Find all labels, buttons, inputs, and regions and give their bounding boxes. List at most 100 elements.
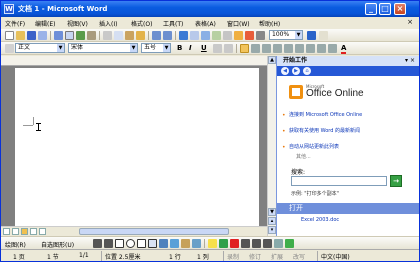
line-spacing-icon[interactable] [284, 44, 293, 53]
document-close-icon[interactable]: × [407, 18, 413, 26]
search-go-button[interactable]: → [390, 175, 402, 187]
spelling-icon[interactable] [76, 31, 85, 40]
normal-view-icon[interactable] [3, 228, 10, 235]
increase-indent-icon[interactable] [328, 44, 337, 53]
save-icon[interactable] [27, 31, 36, 40]
permission-icon[interactable] [38, 31, 47, 40]
scroll-down-icon[interactable]: ▼ [268, 208, 276, 216]
draw-menu-button[interactable]: 绘图(R) [5, 240, 26, 249]
next-page-icon[interactable]: ▾ [268, 226, 276, 234]
menu-tools[interactable]: 工具(T) [163, 19, 183, 28]
paste-icon[interactable] [125, 31, 134, 40]
menu-window[interactable]: 窗口(W) [227, 19, 250, 28]
menu-view[interactable]: 视图(V) [67, 19, 88, 28]
align-center-icon[interactable] [251, 44, 260, 53]
shadow-icon[interactable] [274, 239, 283, 248]
outline-view-icon[interactable] [30, 228, 37, 235]
title-bar[interactable]: W 文档 1 - Microsoft Word _ □ × [1, 1, 419, 17]
distributed-icon[interactable] [273, 44, 282, 53]
read-icon[interactable] [319, 31, 328, 40]
line-icon[interactable] [93, 239, 102, 248]
open-folder-icon[interactable] [16, 31, 25, 40]
word-app-icon[interactable]: W [4, 4, 14, 14]
office-online-logo[interactable]: Microsoft Office Online [289, 83, 409, 103]
print-icon[interactable] [54, 31, 63, 40]
status-ext[interactable]: 扩展 [271, 252, 283, 261]
diagram-icon[interactable] [170, 239, 179, 248]
fill-color-icon[interactable] [208, 239, 217, 248]
arrow-icon[interactable] [104, 239, 113, 248]
vertical-scrollbar[interactable]: ▲ ▼ ▴ ▾ [267, 56, 276, 236]
decrease-indent-icon[interactable] [317, 44, 326, 53]
more-link[interactable]: 其他... [296, 153, 311, 160]
drawing-icon[interactable] [234, 31, 243, 40]
close-button[interactable]: × [394, 3, 406, 15]
task-pane-close[interactable]: ▾ × [405, 56, 415, 66]
recent-file-link[interactable]: Excel 2003.doc [301, 217, 339, 223]
insert-table-icon[interactable] [201, 31, 210, 40]
bold-button[interactable]: B [177, 44, 182, 52]
bullets-icon[interactable] [306, 44, 315, 53]
chevron-down-icon[interactable]: ▼ [130, 44, 137, 52]
menu-edit[interactable]: 编辑(E) [35, 19, 55, 28]
maximize-button[interactable]: □ [379, 3, 391, 15]
clipart-icon[interactable] [181, 239, 190, 248]
line-color-icon[interactable] [219, 239, 228, 248]
document-map-icon[interactable] [245, 31, 254, 40]
zoom-select[interactable]: 100% ▼ [269, 30, 303, 40]
tables-borders-icon[interactable] [190, 31, 199, 40]
hyperlink-icon[interactable] [179, 31, 188, 40]
search-input[interactable] [291, 176, 387, 186]
vertical-textbox-icon[interactable] [148, 239, 157, 248]
rectangle-icon[interactable] [115, 239, 124, 248]
italic-button[interactable]: I [189, 44, 192, 52]
style-select[interactable]: 正文 ▼ [15, 43, 65, 53]
back-icon[interactable]: ◀ [281, 67, 289, 75]
arrow-style-icon[interactable] [263, 239, 272, 248]
link-word-news[interactable]: • 获取有关使用 Word 的最新新闻 [282, 128, 409, 135]
minimize-button[interactable]: _ [365, 3, 377, 15]
3d-icon[interactable] [285, 239, 294, 248]
print-view-icon[interactable] [21, 228, 28, 235]
cut-icon[interactable] [103, 31, 112, 40]
undo-icon[interactable] [152, 31, 161, 40]
home-icon[interactable]: ⌂ [303, 67, 311, 75]
font-color-button[interactable]: A [341, 44, 347, 54]
new-document-icon[interactable] [5, 31, 14, 40]
chevron-down-icon[interactable]: ▼ [163, 44, 170, 52]
status-ovr[interactable]: 改写 [293, 252, 305, 261]
menu-format[interactable]: 格式(O) [131, 19, 152, 28]
help-icon[interactable] [307, 31, 316, 40]
autoshapes-menu-button[interactable]: 自选图形(U) [41, 240, 74, 249]
align-right-icon[interactable] [262, 44, 271, 53]
oval-icon[interactable] [126, 239, 135, 248]
menu-file[interactable]: 文件(F) [5, 19, 25, 28]
font-color-icon[interactable] [230, 239, 239, 248]
link-auto-update[interactable]: • 自动从网站更新此列表 [282, 144, 409, 151]
show-hide-icon[interactable] [256, 31, 265, 40]
textbox-icon[interactable] [137, 239, 146, 248]
font-select[interactable]: 宋体 ▼ [68, 43, 138, 53]
character-border-icon[interactable] [213, 44, 222, 53]
align-justify-icon[interactable] [240, 44, 249, 53]
insert-excel-icon[interactable] [212, 31, 221, 40]
research-icon[interactable] [87, 31, 96, 40]
styles-formatting-icon[interactable] [5, 44, 14, 53]
underline-button[interactable]: U [201, 44, 207, 52]
scroll-up-icon[interactable]: ▲ [268, 56, 276, 64]
status-rec[interactable]: 录制 [227, 252, 239, 261]
status-trk[interactable]: 修订 [249, 252, 261, 261]
redo-icon[interactable] [163, 31, 172, 40]
document-page[interactable] [15, 68, 259, 228]
columns-icon[interactable] [223, 31, 232, 40]
dash-style-icon[interactable] [252, 239, 261, 248]
format-painter-icon[interactable] [136, 31, 145, 40]
copy-icon[interactable] [114, 31, 123, 40]
numbering-icon[interactable] [295, 44, 304, 53]
menu-insert[interactable]: 插入(I) [99, 19, 117, 28]
menu-help[interactable]: 帮助(H) [259, 19, 280, 28]
picture-icon[interactable] [192, 239, 201, 248]
previous-page-icon[interactable]: ▴ [268, 217, 276, 225]
print-preview-icon[interactable] [65, 31, 74, 40]
web-view-icon[interactable] [12, 228, 19, 235]
